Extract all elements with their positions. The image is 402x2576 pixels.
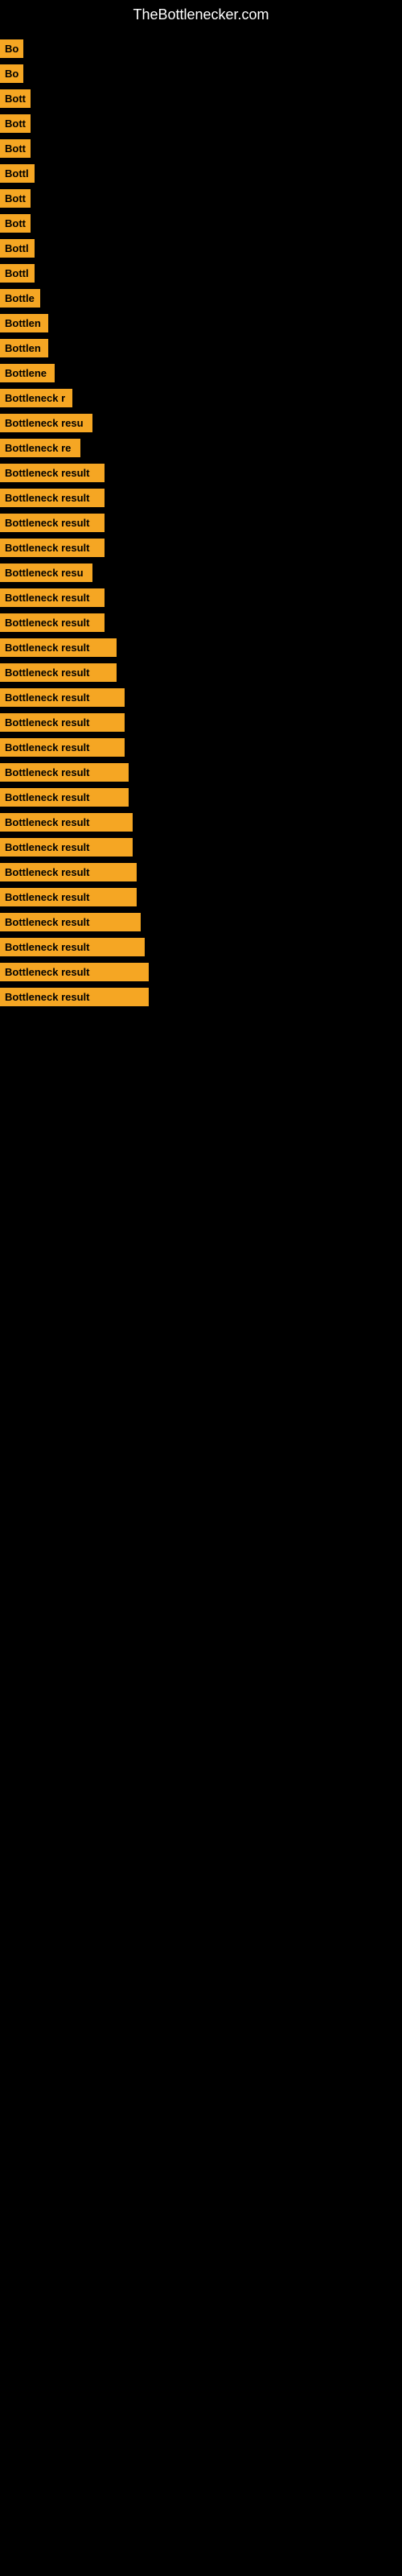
list-item: Bottleneck result bbox=[0, 487, 402, 509]
list-item: Bottleneck result bbox=[0, 861, 402, 883]
bottleneck-label: Bottleneck result bbox=[0, 588, 105, 607]
bottleneck-label: Bottleneck result bbox=[0, 738, 125, 757]
bottleneck-label: Bottleneck re bbox=[0, 439, 80, 457]
list-item: Bottlene bbox=[0, 362, 402, 384]
bottleneck-label: Bottleneck result bbox=[0, 663, 117, 682]
list-item: Bottleneck result bbox=[0, 886, 402, 908]
list-item: Bottleneck re bbox=[0, 437, 402, 459]
list-item: Bottleneck result bbox=[0, 637, 402, 658]
list-item: Bottleneck result bbox=[0, 737, 402, 758]
bottleneck-label: Bo bbox=[0, 64, 23, 83]
list-item: Bottl bbox=[0, 262, 402, 284]
bottleneck-label: Bottleneck result bbox=[0, 713, 125, 732]
bottleneck-label: Bottleneck resu bbox=[0, 414, 92, 432]
bottleneck-label: Bottlen bbox=[0, 314, 48, 332]
bottleneck-label: Bott bbox=[0, 89, 31, 108]
bottleneck-label: Bottleneck resu bbox=[0, 564, 92, 582]
bottleneck-label: Bottleneck result bbox=[0, 514, 105, 532]
list-item: Bottleneck result bbox=[0, 587, 402, 609]
list-item: Bottleneck result bbox=[0, 662, 402, 683]
bottleneck-label: Bottleneck result bbox=[0, 489, 105, 507]
bottleneck-label: Bottl bbox=[0, 239, 35, 258]
list-item: Bottleneck result bbox=[0, 811, 402, 833]
bottleneck-label: Bo bbox=[0, 39, 23, 58]
list-item: Bottleneck result bbox=[0, 786, 402, 808]
bottleneck-label: Bottle bbox=[0, 289, 40, 308]
bottleneck-label: Bottleneck result bbox=[0, 539, 105, 557]
list-item: Bottle bbox=[0, 287, 402, 309]
bottleneck-label: Bottl bbox=[0, 164, 35, 183]
list-item: Bottl bbox=[0, 163, 402, 184]
bottleneck-label: Bottleneck result bbox=[0, 638, 117, 657]
bottleneck-label: Bottleneck result bbox=[0, 988, 149, 1006]
bottleneck-label: Bottleneck result bbox=[0, 813, 133, 832]
bottleneck-label: Bott bbox=[0, 189, 31, 208]
items-container: Bo Bo Bott Bott Bott Bottl Bott Bott Bottl Bottl B… bbox=[0, 30, 402, 1019]
list-item: Bottleneck r bbox=[0, 387, 402, 409]
bottleneck-label: Bottlen bbox=[0, 339, 48, 357]
bottleneck-label: Bottleneck result bbox=[0, 888, 137, 906]
list-item: Bottleneck result bbox=[0, 612, 402, 634]
list-item: Bottlen bbox=[0, 337, 402, 359]
list-item: Bottleneck result bbox=[0, 712, 402, 733]
list-item: Bottleneck result bbox=[0, 462, 402, 484]
list-item: Bott bbox=[0, 138, 402, 159]
list-item: Bottleneck result bbox=[0, 936, 402, 958]
list-item: Bott bbox=[0, 188, 402, 209]
list-item: Bottleneck result bbox=[0, 961, 402, 983]
list-item: Bo bbox=[0, 38, 402, 60]
list-item: Bottleneck result bbox=[0, 986, 402, 1008]
bottleneck-label: Bottleneck result bbox=[0, 863, 137, 881]
bottleneck-label: Bottleneck result bbox=[0, 613, 105, 632]
list-item: Bottleneck resu bbox=[0, 562, 402, 584]
list-item: Bottl bbox=[0, 237, 402, 259]
bottleneck-label: Bottleneck result bbox=[0, 838, 133, 857]
list-item: Bott bbox=[0, 113, 402, 134]
bottleneck-label: Bottleneck result bbox=[0, 763, 129, 782]
bottleneck-label: Bottleneck r bbox=[0, 389, 72, 407]
bottleneck-label: Bott bbox=[0, 114, 31, 133]
list-item: Bottlen bbox=[0, 312, 402, 334]
list-item: Bottleneck result bbox=[0, 911, 402, 933]
list-item: Bottleneck result bbox=[0, 512, 402, 534]
bottleneck-label: Bottleneck result bbox=[0, 688, 125, 707]
list-item: Bott bbox=[0, 213, 402, 234]
bottleneck-label: Bottleneck result bbox=[0, 963, 149, 981]
bottleneck-label: Bottleneck result bbox=[0, 938, 145, 956]
list-item: Bo bbox=[0, 63, 402, 85]
bottleneck-label: Bottlene bbox=[0, 364, 55, 382]
list-item: Bottleneck result bbox=[0, 762, 402, 783]
list-item: Bott bbox=[0, 88, 402, 109]
list-item: Bottleneck result bbox=[0, 537, 402, 559]
list-item: Bottleneck result bbox=[0, 836, 402, 858]
bottleneck-label: Bottl bbox=[0, 264, 35, 283]
bottleneck-label: Bott bbox=[0, 139, 31, 158]
bottleneck-label: Bott bbox=[0, 214, 31, 233]
list-item: Bottleneck result bbox=[0, 687, 402, 708]
list-item: Bottleneck resu bbox=[0, 412, 402, 434]
bottleneck-label: Bottleneck result bbox=[0, 464, 105, 482]
bottleneck-label: Bottleneck result bbox=[0, 788, 129, 807]
bottleneck-label: Bottleneck result bbox=[0, 913, 141, 931]
site-title: TheBottlenecker.com bbox=[0, 0, 402, 30]
